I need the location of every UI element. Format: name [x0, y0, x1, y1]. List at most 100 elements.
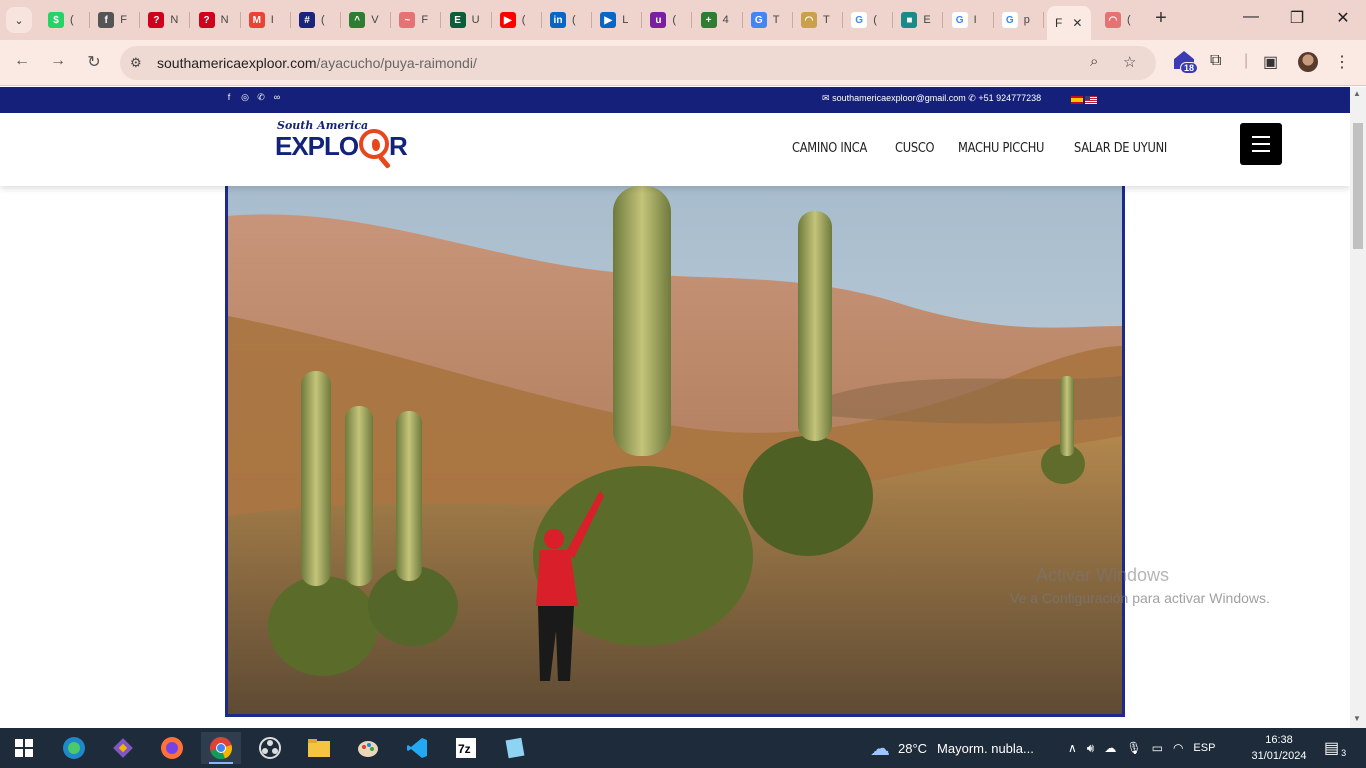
restore-button[interactable]: ❐	[1282, 8, 1312, 32]
tab-6[interactable]: ^ V	[341, 8, 392, 32]
tab-3[interactable]: ? N	[191, 8, 241, 32]
tab-18[interactable]: GI	[944, 8, 994, 32]
clock[interactable]: 16:38 31/01/2024	[1246, 732, 1312, 764]
back-button[interactable]: ←	[11, 52, 33, 74]
obs-icon[interactable]	[250, 732, 290, 764]
logo-wordmark-tail: R	[389, 131, 408, 161]
tab-favicon-icon: f	[98, 12, 115, 28]
weather-widget[interactable]: ☁ 28°C Mayorm. nubla...	[870, 728, 1034, 768]
language-indicator[interactable]: ESP	[1193, 742, 1215, 754]
instagram-icon[interactable]: ◎	[240, 92, 250, 102]
7zip-icon[interactable]: 7z	[446, 732, 486, 764]
tab-16[interactable]: G(	[843, 8, 894, 32]
reload-button[interactable]: ↻	[83, 52, 105, 74]
browser-menu-icon[interactable]: ⋮	[1334, 52, 1350, 72]
tab-favicon-icon: $	[48, 12, 64, 28]
tab-19[interactable]: Gp	[994, 8, 1044, 32]
file-explorer-icon[interactable]	[299, 732, 339, 764]
facebook-icon[interactable]: f	[224, 92, 234, 102]
whatsapp-icon[interactable]: ✆	[256, 92, 266, 102]
tab-5[interactable]: #(	[291, 8, 341, 32]
cloud-sync-icon[interactable]: ☁	[1104, 741, 1116, 755]
close-tab-icon[interactable]: ✕	[1072, 16, 1082, 30]
contact-phone[interactable]: +51 924777238	[978, 93, 1041, 103]
vscode-icon[interactable]	[397, 732, 437, 764]
tab-label: V	[371, 14, 379, 26]
forward-button[interactable]: →	[47, 52, 69, 74]
side-panel-icon[interactable]: ▣	[1263, 52, 1278, 72]
tab-14[interactable]: GT	[743, 8, 793, 32]
tab-2[interactable]: ? N	[140, 8, 191, 32]
nav-salar-de-uyuni[interactable]: SALAR DE UYUNI	[1074, 141, 1167, 156]
english-flag-icon[interactable]	[1085, 96, 1097, 104]
notification-icon: ▤	[1324, 740, 1340, 757]
spanish-flag-icon[interactable]	[1071, 96, 1083, 104]
url-text[interactable]: southamericaexploor.com/ayacucho/puya-ra…	[157, 55, 477, 71]
scroll-down-icon[interactable]: ▼	[1353, 714, 1361, 723]
battery-icon[interactable]: ▭	[1152, 741, 1163, 755]
tab-favicon-icon: ▶	[600, 12, 617, 28]
tab-active[interactable]: F ✕	[1047, 6, 1091, 40]
tab-favicon-icon: G	[1001, 12, 1018, 28]
tab-12[interactable]: u(	[642, 8, 693, 32]
nav-machu-picchu[interactable]: MACHU PICCHU	[958, 141, 1044, 156]
edge-icon[interactable]	[54, 732, 94, 764]
zoom-icon[interactable]: ⌕	[1090, 53, 1098, 70]
microphone-icon[interactable]: 🎙︎	[1126, 741, 1141, 755]
tab-favicon-icon: G	[851, 12, 868, 28]
tab-last[interactable]: ◠ (	[1097, 8, 1147, 32]
hero-photo-puya-raimondi	[225, 186, 1125, 717]
start-icon[interactable]	[4, 732, 44, 764]
tab-favicon-icon: ◠	[801, 12, 817, 28]
notepad-icon[interactable]	[495, 732, 535, 764]
tab-search-button[interactable]: ⌄	[6, 7, 32, 33]
new-tab-button[interactable]: +	[1150, 8, 1172, 30]
tab-7[interactable]: ~ F	[391, 8, 442, 32]
tab-favicon-icon: M	[248, 12, 265, 28]
tab-label: (	[1127, 14, 1131, 26]
tab-label: 4	[722, 14, 729, 26]
chrome-icon[interactable]	[201, 732, 241, 764]
tab-0[interactable]: $(	[40, 8, 90, 32]
extensions-puzzle-icon[interactable]: ⧉	[1210, 52, 1221, 70]
site-logo[interactable]: South America EXPLO R	[275, 119, 410, 171]
nav-cusco[interactable]: CUSCO	[895, 141, 935, 156]
extension-icon[interactable]: 18	[1174, 51, 1199, 75]
wifi-icon[interactable]: ◠	[1173, 741, 1183, 755]
tab-10[interactable]: in (	[542, 8, 592, 32]
scroll-up-icon[interactable]: ▲	[1353, 89, 1361, 98]
profile-avatar[interactable]	[1298, 52, 1318, 72]
tray-overflow-icon[interactable]: ∧	[1068, 741, 1077, 755]
tab-favicon-icon: ?	[148, 12, 165, 28]
nav-camino-inca[interactable]: CAMINO INCA	[792, 141, 867, 156]
tab-13[interactable]: +4	[693, 8, 743, 32]
site-info-icon[interactable]: ⚙	[130, 55, 142, 71]
minimize-button[interactable]: —	[1236, 8, 1266, 32]
address-bar[interactable]: ⚙ southamericaexploor.com/ayacucho/puya-…	[120, 46, 1156, 80]
volume-icon[interactable]: 🔊︎	[1087, 741, 1095, 756]
tab-15[interactable]: ◠ T	[793, 8, 843, 32]
bookmark-star-icon[interactable]: ☆	[1123, 53, 1136, 71]
tab-17[interactable]: ■ E	[893, 8, 944, 32]
tab-9[interactable]: ▶(	[492, 8, 542, 32]
windows-activation-title: Activar Windows	[1036, 565, 1170, 585]
git-icon[interactable]	[103, 732, 143, 764]
tab-1[interactable]: fF	[90, 8, 141, 32]
scrollbar-thumb[interactable]	[1353, 123, 1363, 249]
notifications-button[interactable]: ▤ 3	[1324, 728, 1346, 768]
close-window-button[interactable]: ✕	[1328, 8, 1358, 32]
contact-email[interactable]: southamericaexploor@gmail.com	[832, 93, 966, 103]
hamburger-menu-button[interactable]	[1240, 123, 1282, 165]
tripadvisor-icon[interactable]: ∞	[272, 92, 282, 102]
paint-icon[interactable]	[348, 732, 388, 764]
firefox-icon[interactable]	[152, 732, 192, 764]
tab-4[interactable]: MI	[241, 8, 291, 32]
tab-favicon-icon: ■	[901, 12, 918, 28]
tab-11[interactable]: ▶ L	[592, 8, 643, 32]
tab-8[interactable]: EU	[442, 8, 492, 32]
weather-cloud-icon: ☁	[870, 737, 890, 760]
main-nav: CAMINO INCA CUSCO MACHU PICCHU SALAR DE …	[792, 141, 1180, 156]
site-topbar: f ◎ ✆ ∞ ✉ southamericaexploor@gmail.com …	[0, 87, 1350, 113]
page-scrollbar[interactable]: ▲ ▼	[1350, 87, 1366, 728]
tab-favicon-icon: in	[550, 12, 566, 28]
